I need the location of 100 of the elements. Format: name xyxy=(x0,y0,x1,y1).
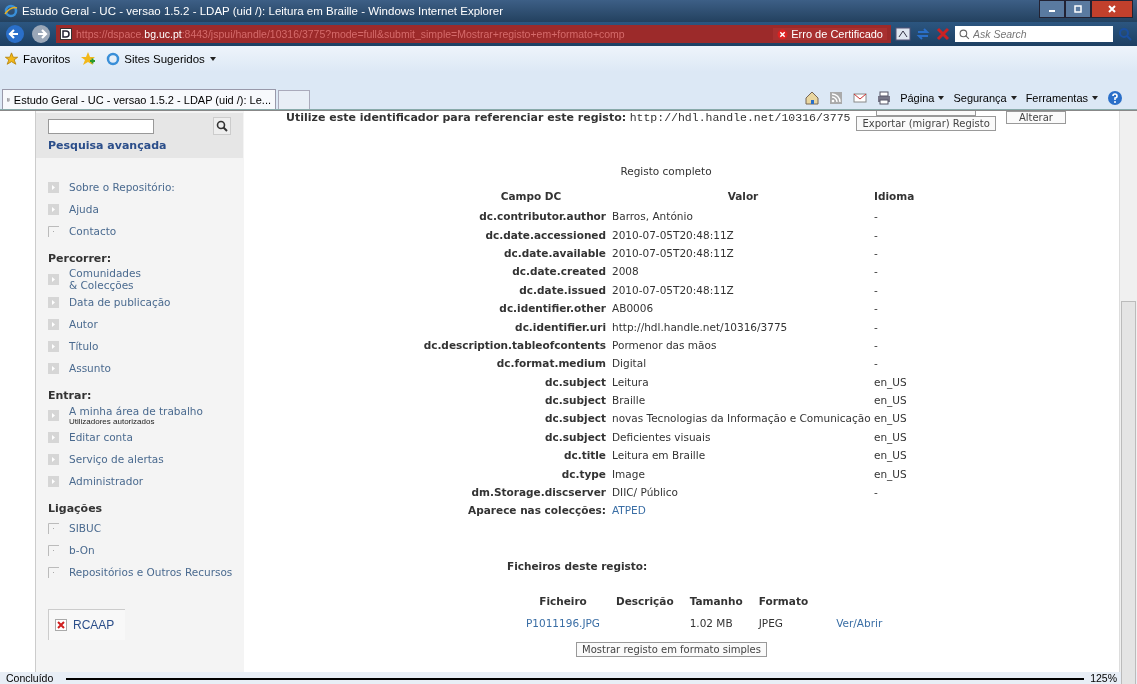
command-menu[interactable]: Segurança xyxy=(953,92,1018,104)
field-name: dc.contributor.author xyxy=(478,209,607,225)
favorites-button[interactable]: Favoritos xyxy=(4,52,71,66)
open-file-link[interactable]: Ver/Abrir xyxy=(836,616,883,629)
browser-tab[interactable]: Estudo Geral - UC - versao 1.5.2 - LDAP (uid /): Le... xyxy=(2,89,276,109)
column-header: Ficheiro xyxy=(538,593,588,609)
language-cell-text: - xyxy=(874,301,879,317)
collection-link[interactable]: ATPED xyxy=(612,504,646,517)
language-cell-text: - xyxy=(874,227,879,243)
field-value: 2008 xyxy=(610,262,874,281)
language-cell-text: - xyxy=(874,282,879,298)
back-button[interactable] xyxy=(4,23,26,45)
section-heading: Percorrer: xyxy=(48,252,113,265)
link-bullet-icon xyxy=(48,544,59,556)
arrow-bullet-icon xyxy=(48,203,59,215)
sidebar-link[interactable]: b-On xyxy=(69,544,95,556)
field-value: 2010-07-05T20:48:11Z xyxy=(610,280,874,299)
forward-button[interactable] xyxy=(30,23,52,45)
sidebar-link[interactable]: Autor xyxy=(69,318,98,330)
language-cell-text: en_US xyxy=(874,411,908,427)
caret-icon xyxy=(937,94,946,102)
file-link[interactable]: P1011196.JPG xyxy=(526,616,600,629)
arrow-bullet-icon xyxy=(48,475,59,487)
sidebar-link[interactable]: Comunidades & Colecções xyxy=(69,267,141,291)
column-header: Campo DC xyxy=(499,189,563,204)
sidebar-link[interactable]: Data de publicação xyxy=(69,296,171,308)
print-icon[interactable] xyxy=(876,90,893,106)
new-tab-button[interactable] xyxy=(278,90,310,109)
minimize-button[interactable] xyxy=(1039,0,1065,18)
column-header: Tamanho xyxy=(688,593,744,609)
sidebar-link[interactable]: Título xyxy=(69,340,99,352)
link-bullet-icon xyxy=(48,225,59,237)
field-name: dc.type xyxy=(560,466,607,482)
search-button[interactable] xyxy=(213,117,231,135)
field-name: dc.description.tableofcontents xyxy=(422,337,607,353)
language-cell-text: - xyxy=(874,264,879,280)
language-cell-text: en_US xyxy=(874,393,908,409)
arrow-bullet-icon xyxy=(48,362,59,374)
column-header: Descrição xyxy=(615,593,675,609)
rcaap-badge[interactable]: RCAAP xyxy=(48,609,125,640)
sidebar-link[interactable]: Repositórios e Outros Recursos xyxy=(69,566,233,578)
sidebar-link[interactable]: Assunto xyxy=(69,362,111,374)
files-heading: Ficheiros deste registo: xyxy=(507,559,649,572)
field-value: DIIC/ Público xyxy=(610,482,874,502)
export-button[interactable] xyxy=(876,111,977,116)
sidebar-link[interactable]: A minha área de trabalho xyxy=(69,404,203,417)
compatibility-icon[interactable] xyxy=(895,26,911,42)
export-migrate-button[interactable]: Exportar (migrar) Registo xyxy=(856,116,996,131)
field-value: Barros, António xyxy=(610,207,874,226)
feeds-icon[interactable] xyxy=(828,90,845,106)
command-menu[interactable]: Ferramentas xyxy=(1025,92,1099,104)
field-name: dc.date.issued xyxy=(518,282,607,298)
sidebar-link[interactable]: Editar conta xyxy=(69,431,133,443)
field-name: dc.subject xyxy=(544,393,607,409)
record-title: Registo completo xyxy=(619,165,713,177)
advanced-search-link[interactable]: Pesquisa avançada xyxy=(48,139,231,152)
section-heading: Entrar: xyxy=(48,389,93,402)
add-favorite-icon[interactable] xyxy=(80,51,97,67)
language-cell-text: en_US xyxy=(874,448,908,464)
sidebar-link[interactable]: Contacto xyxy=(69,225,117,237)
sidebar-link[interactable]: Sobre o Repositório: xyxy=(69,181,175,193)
broken-image-icon xyxy=(55,619,67,631)
search-input[interactable] xyxy=(48,118,154,134)
caret-icon xyxy=(1009,94,1018,102)
address-field[interactable]: https://dspace.bg.uc.pt:8443/jspui/handle/10316/3775?mode=full&submit_simple=Mostrar+registo+em+formato+comp Erro de Certificado xyxy=(56,25,891,43)
help-icon[interactable] xyxy=(1107,90,1123,106)
stop-icon[interactable] xyxy=(935,26,951,42)
simple-record-button[interactable]: Mostrar registo em formato simples xyxy=(576,641,767,657)
zoom-level[interactable]: 125% xyxy=(1084,672,1137,684)
arrow-bullet-icon xyxy=(48,273,59,285)
field-name: dm.Storage.discserver xyxy=(470,485,607,501)
search-icon xyxy=(216,120,228,132)
scroll-thumb[interactable] xyxy=(1121,301,1136,684)
field-name: dc.identifier.other xyxy=(498,301,607,317)
edit-button[interactable]: Alterar xyxy=(1005,111,1066,124)
sidebar-link[interactable]: SIBUC xyxy=(69,522,101,534)
certificate-error-button[interactable]: Erro de Certificado xyxy=(773,28,887,40)
home-icon[interactable] xyxy=(804,90,821,106)
command-menu[interactable]: Página xyxy=(900,92,946,104)
close-button[interactable] xyxy=(1091,0,1133,18)
field-value: novas Tecnologias da Informação e Comunicação xyxy=(610,409,874,428)
field-value: Leitura xyxy=(610,372,874,391)
arrow-bullet-icon xyxy=(48,318,59,330)
field-name: dc.title xyxy=(562,448,607,464)
file-format: JPEG xyxy=(757,615,784,631)
sidebar-link[interactable]: Ajuda xyxy=(69,203,99,215)
field-value: Leitura em Braille xyxy=(610,446,874,465)
caret-icon xyxy=(1091,94,1099,102)
sidebar-link[interactable]: Administrador xyxy=(69,475,144,487)
field-value: http://hdl.handle.net/10316/3775 xyxy=(610,317,874,336)
caret-icon xyxy=(208,55,217,63)
field-name: dc.date.accessioned xyxy=(484,227,607,243)
maximize-button[interactable] xyxy=(1065,0,1091,18)
browser-logo-icon xyxy=(4,4,18,18)
sidebar-link[interactable]: Serviço de alertas xyxy=(69,453,164,465)
mail-icon[interactable] xyxy=(852,90,869,106)
link-bullet-icon xyxy=(48,522,59,534)
language-cell-text: - xyxy=(874,337,879,353)
search-field[interactable]: Ask Search xyxy=(955,26,1113,42)
suggested-sites-button[interactable]: Sites Sugeridos xyxy=(106,52,217,66)
